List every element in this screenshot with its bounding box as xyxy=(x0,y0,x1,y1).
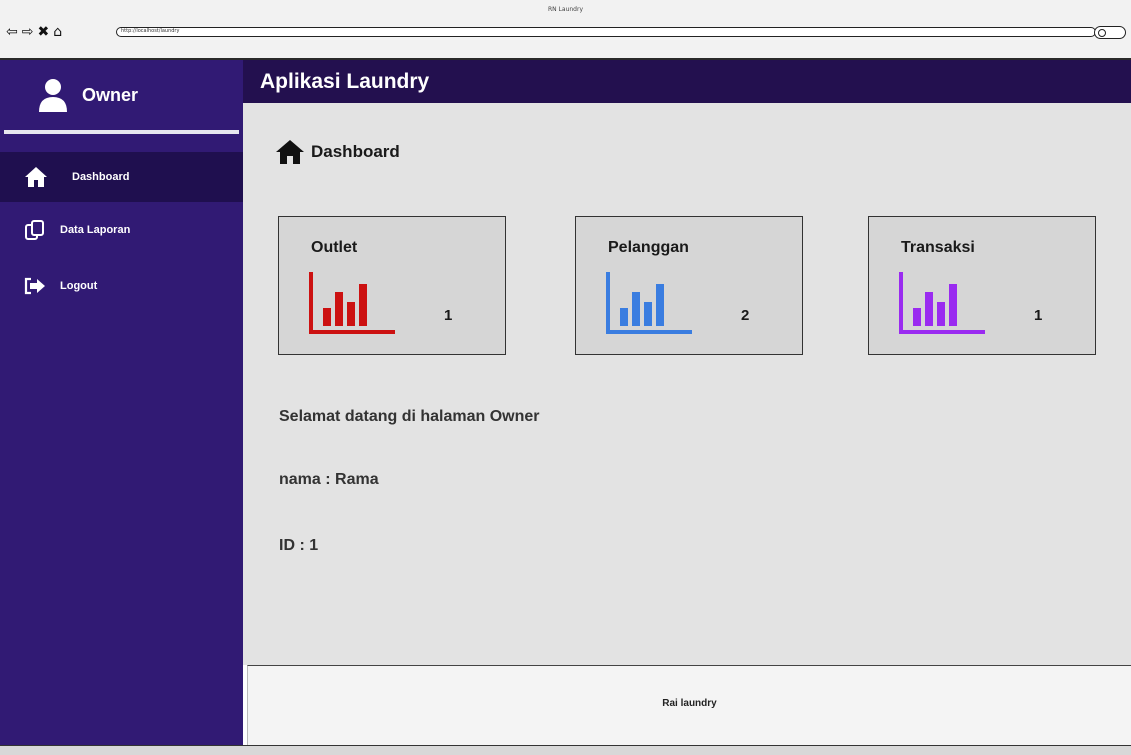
footer: Rai laundry xyxy=(247,665,1131,745)
bar-chart-icon xyxy=(899,272,985,334)
app-header: Aplikasi Laundry xyxy=(243,60,1131,103)
stat-card-value: 1 xyxy=(444,307,453,324)
forward-icon[interactable]: ⇨ xyxy=(22,25,34,39)
home-icon xyxy=(25,167,47,187)
stat-card-label: Transaksi xyxy=(901,239,975,256)
app-title: Aplikasi Laundry xyxy=(260,70,430,93)
bar-chart-icon xyxy=(606,272,692,334)
stat-card-pelanggan[interactable]: Pelanggan 2 xyxy=(575,216,803,355)
sidebar-menu: Dashboard Data Laporan Logout xyxy=(0,152,243,314)
browser-toolbar: RN Laundry ⇦ ⇨ ✖ ⌂ http://localhost/laun… xyxy=(0,0,1131,60)
sidebar-item-logout[interactable]: Logout xyxy=(0,258,243,314)
footer-text: Rai laundry xyxy=(662,698,717,709)
copy-icon xyxy=(25,220,44,240)
close-icon[interactable]: ✖ xyxy=(37,25,49,39)
sidebar-item-data-laporan[interactable]: Data Laporan xyxy=(0,202,243,258)
page-title: Dashboard xyxy=(311,142,400,161)
user-id-text: ID : 1 xyxy=(279,537,319,554)
bar-chart-icon xyxy=(309,272,395,334)
sidebar-divider xyxy=(4,130,239,134)
browser-menu-button[interactable] xyxy=(1094,26,1126,39)
sidebar-item-label: Logout xyxy=(60,280,98,292)
welcome-text: Selamat datang di halaman Owner xyxy=(279,408,540,425)
sidebar-user-label: Owner xyxy=(82,84,139,105)
sidebar: Owner Dashboard Data Laporan Logout xyxy=(0,60,243,745)
stat-card-label: Outlet xyxy=(311,239,358,256)
sidebar-item-label: Dashboard xyxy=(72,171,130,183)
back-icon[interactable]: ⇦ xyxy=(6,25,18,39)
logout-icon xyxy=(24,277,45,295)
stat-card-value: 1 xyxy=(1034,307,1043,324)
stat-card-value: 2 xyxy=(741,307,750,324)
home-icon xyxy=(276,140,304,164)
stat-card-label: Pelanggan xyxy=(608,239,689,256)
address-bar[interactable]: http://localhost/laundry xyxy=(116,27,1096,37)
main-content: Dashboard Outlet 1 Pelanggan 2 Transaksi… xyxy=(243,103,1131,665)
user-icon xyxy=(39,79,67,112)
stat-card-outlet[interactable]: Outlet 1 xyxy=(278,216,506,355)
breadcrumb: Dashboard xyxy=(275,139,400,165)
browser-nav: ⇦ ⇨ ✖ ⌂ xyxy=(6,25,62,39)
user-name-text: nama : Rama xyxy=(279,471,379,488)
window-bottom-edge xyxy=(0,745,1131,755)
sidebar-header: Owner xyxy=(0,60,243,130)
home-icon[interactable]: ⌂ xyxy=(53,25,62,39)
sidebar-item-label: Data Laporan xyxy=(60,224,131,236)
window-title: RN Laundry xyxy=(547,6,583,13)
stat-card-transaksi[interactable]: Transaksi 1 xyxy=(868,216,1096,355)
sidebar-item-dashboard[interactable]: Dashboard xyxy=(0,152,243,202)
